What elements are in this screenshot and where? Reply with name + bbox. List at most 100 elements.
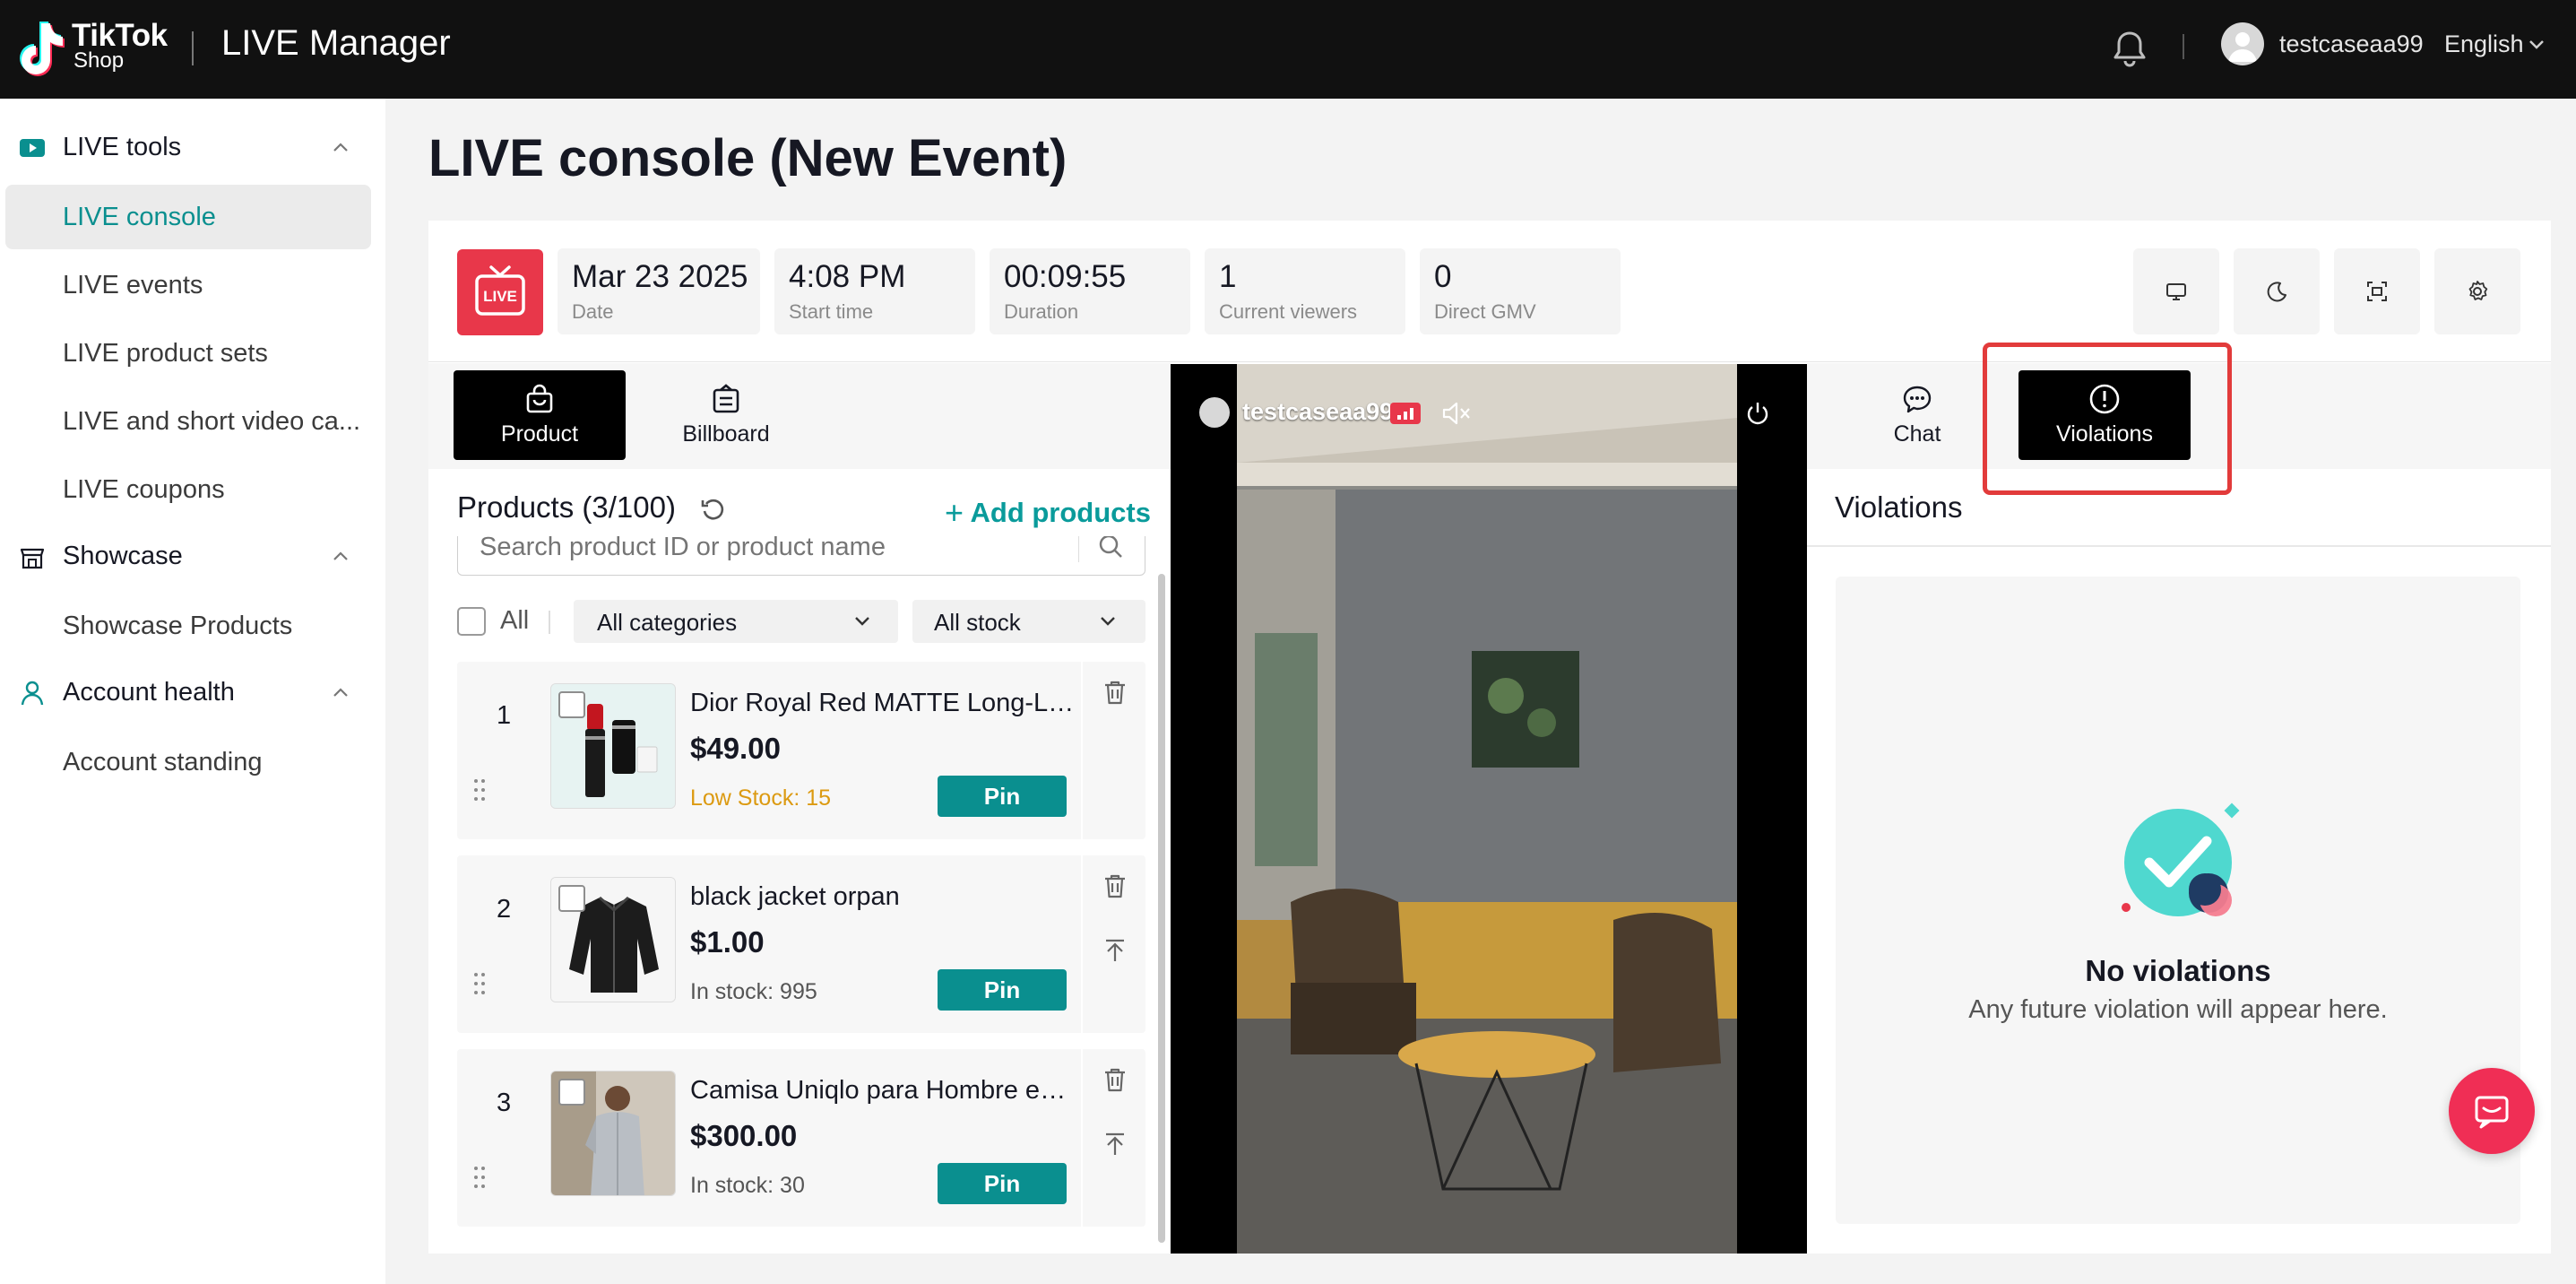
drag-handle-icon[interactable] xyxy=(473,972,486,995)
search-icon[interactable] xyxy=(1096,536,1125,560)
settings-icon xyxy=(2468,281,2488,300)
live-tv-icon: LIVE xyxy=(475,265,525,316)
tab-billboard[interactable]: Billboard xyxy=(640,370,812,460)
card-divider xyxy=(1081,855,1083,1033)
product-thumbnail[interactable] xyxy=(550,877,676,1002)
move-to-top-icon[interactable] xyxy=(1101,936,1129,965)
avatar[interactable] xyxy=(2221,22,2264,65)
search-divider xyxy=(1078,536,1079,562)
sidebar-item-label: LIVE product sets xyxy=(63,339,268,368)
drag-handle-icon[interactable] xyxy=(473,1166,486,1189)
refresh-icon[interactable] xyxy=(699,495,728,524)
pin-button[interactable]: Pin xyxy=(938,969,1067,1011)
stat-label: Current viewers xyxy=(1219,300,1358,323)
sidebar-item-label: Account standing xyxy=(63,748,263,776)
chevron-up-icon[interactable] xyxy=(330,547,351,565)
language-selector[interactable]: English xyxy=(2444,30,2524,58)
violations-tab-highlight xyxy=(1983,343,2232,495)
sidebar-group-showcase[interactable]: Showcase xyxy=(0,527,385,585)
tab-label: Billboard xyxy=(682,421,770,447)
sidebar-group-label: Showcase xyxy=(63,542,183,570)
pin-button[interactable]: Pin xyxy=(938,776,1067,817)
stat-value: 1 xyxy=(1219,259,1237,294)
stock-filter-label: All stock xyxy=(934,609,1021,636)
account-username[interactable]: testcaseaa99 xyxy=(2279,30,2424,58)
sidebar-item-live-events[interactable]: LIVE events xyxy=(5,253,371,317)
dark-mode-button[interactable] xyxy=(2234,248,2320,334)
sidebar-item-account-standing[interactable]: Account standing xyxy=(5,730,371,794)
streamer-username: testcaseaa99 xyxy=(1242,398,1394,425)
sidebar-item-live-coupons[interactable]: LIVE coupons xyxy=(5,457,371,522)
screenshot-icon xyxy=(2367,282,2387,301)
chevron-down-icon[interactable] xyxy=(2526,36,2547,54)
sidebar-item-label: LIVE console xyxy=(63,203,216,231)
product-card[interactable]: 3 Camisa Uniqlo para Hombre en... $300.0… xyxy=(457,1049,1145,1227)
chevron-up-icon[interactable] xyxy=(330,138,351,156)
bell-icon[interactable] xyxy=(2108,27,2151,70)
support-chat-button[interactable] xyxy=(2449,1068,2535,1154)
move-to-top-icon[interactable] xyxy=(1101,1130,1129,1158)
product-card[interactable]: 1 Dior Royal Red MATTE Long-La... $49.00… xyxy=(457,662,1145,839)
no-violations-subtitle: Any future violation will appear here. xyxy=(1968,995,2388,1024)
product-name[interactable]: Camisa Uniqlo para Hombre en... xyxy=(690,1076,1076,1106)
monitor-button[interactable] xyxy=(2133,248,2219,334)
sidebar-item-label: Showcase Products xyxy=(63,612,293,640)
product-index: 2 xyxy=(497,895,512,924)
sidebar-item-live-and-short-video[interactable]: LIVE and short video ca... xyxy=(5,389,371,454)
sidebar-group-live-tools[interactable]: LIVE tools xyxy=(0,118,385,176)
product-checkbox[interactable] xyxy=(558,885,585,912)
tab-label: Product xyxy=(500,421,579,447)
drag-handle-icon[interactable] xyxy=(473,778,486,802)
power-icon[interactable] xyxy=(1744,400,1771,427)
add-products-button[interactable]: + Add products xyxy=(945,492,1151,531)
products-title: Products (3/100) xyxy=(457,490,676,524)
product-card[interactable]: 2 black jacket orpan $1.00 In stock: 995… xyxy=(457,855,1145,1033)
stat-label: Date xyxy=(572,300,614,323)
select-all-checkbox[interactable] xyxy=(457,607,486,636)
category-filter[interactable]: All categories xyxy=(574,600,898,643)
product-name[interactable]: Dior Royal Red MATTE Long-La... xyxy=(690,689,1076,718)
tab-product[interactable]: Product xyxy=(454,370,626,460)
moon-icon xyxy=(2267,282,2286,302)
product-checkbox[interactable] xyxy=(558,1079,585,1106)
live-badge: LIVE xyxy=(457,249,543,335)
product-checkbox[interactable] xyxy=(558,691,585,718)
stat-direct-gmv: 0 Direct GMV xyxy=(1420,248,1621,334)
plus-icon: + xyxy=(945,494,964,531)
tab-chat[interactable]: Chat xyxy=(1832,370,2002,460)
product-stock: In stock: 30 xyxy=(690,1173,805,1198)
search-input[interactable] xyxy=(480,536,1071,564)
stat-date: Mar 23 2025 Date xyxy=(558,248,760,334)
trash-icon[interactable] xyxy=(1101,1065,1129,1094)
sidebar-item-label: LIVE and short video ca... xyxy=(63,407,361,436)
trash-icon[interactable] xyxy=(1101,678,1129,707)
trash-icon[interactable] xyxy=(1101,872,1129,900)
store-icon xyxy=(20,548,45,569)
live-video-preview[interactable] xyxy=(1171,364,1807,1254)
product-thumbnail[interactable] xyxy=(550,1071,676,1196)
user-silhouette-icon xyxy=(2228,32,2257,62)
stat-current-viewers: 1 Current viewers xyxy=(1205,248,1405,334)
tab-label: Chat xyxy=(1893,421,1941,447)
header-divider xyxy=(192,31,194,65)
sidebar-item-live-console[interactable]: LIVE console xyxy=(5,185,371,249)
product-search xyxy=(457,536,1145,576)
sidebar-group-account-health[interactable]: Account health xyxy=(0,664,385,721)
chevron-up-icon[interactable] xyxy=(330,683,351,701)
top-bar: TikTok Shop LIVE Manager testcaseaa99 En… xyxy=(0,0,2576,99)
screenshot-button[interactable] xyxy=(2334,248,2420,334)
sidebar-item-live-product-sets[interactable]: LIVE product sets xyxy=(5,321,371,386)
settings-button[interactable] xyxy=(2434,248,2520,334)
chevron-down-icon xyxy=(1101,617,1115,626)
product-thumbnail[interactable] xyxy=(550,683,676,809)
pin-button[interactable]: Pin xyxy=(938,1163,1067,1204)
product-name[interactable]: black jacket orpan xyxy=(690,882,1076,912)
tiktok-shop-logo[interactable]: TikTok Shop xyxy=(16,14,169,84)
sidebar-item-label: LIVE events xyxy=(63,271,203,299)
product-price: $1.00 xyxy=(690,925,765,959)
product-list-scrollbar[interactable] xyxy=(1158,574,1165,1243)
mute-icon[interactable] xyxy=(1441,400,1472,427)
stat-label: Direct GMV xyxy=(1434,300,1536,323)
sidebar-item-showcase-products[interactable]: Showcase Products xyxy=(5,594,371,658)
stock-filter[interactable]: All stock xyxy=(912,600,1145,643)
